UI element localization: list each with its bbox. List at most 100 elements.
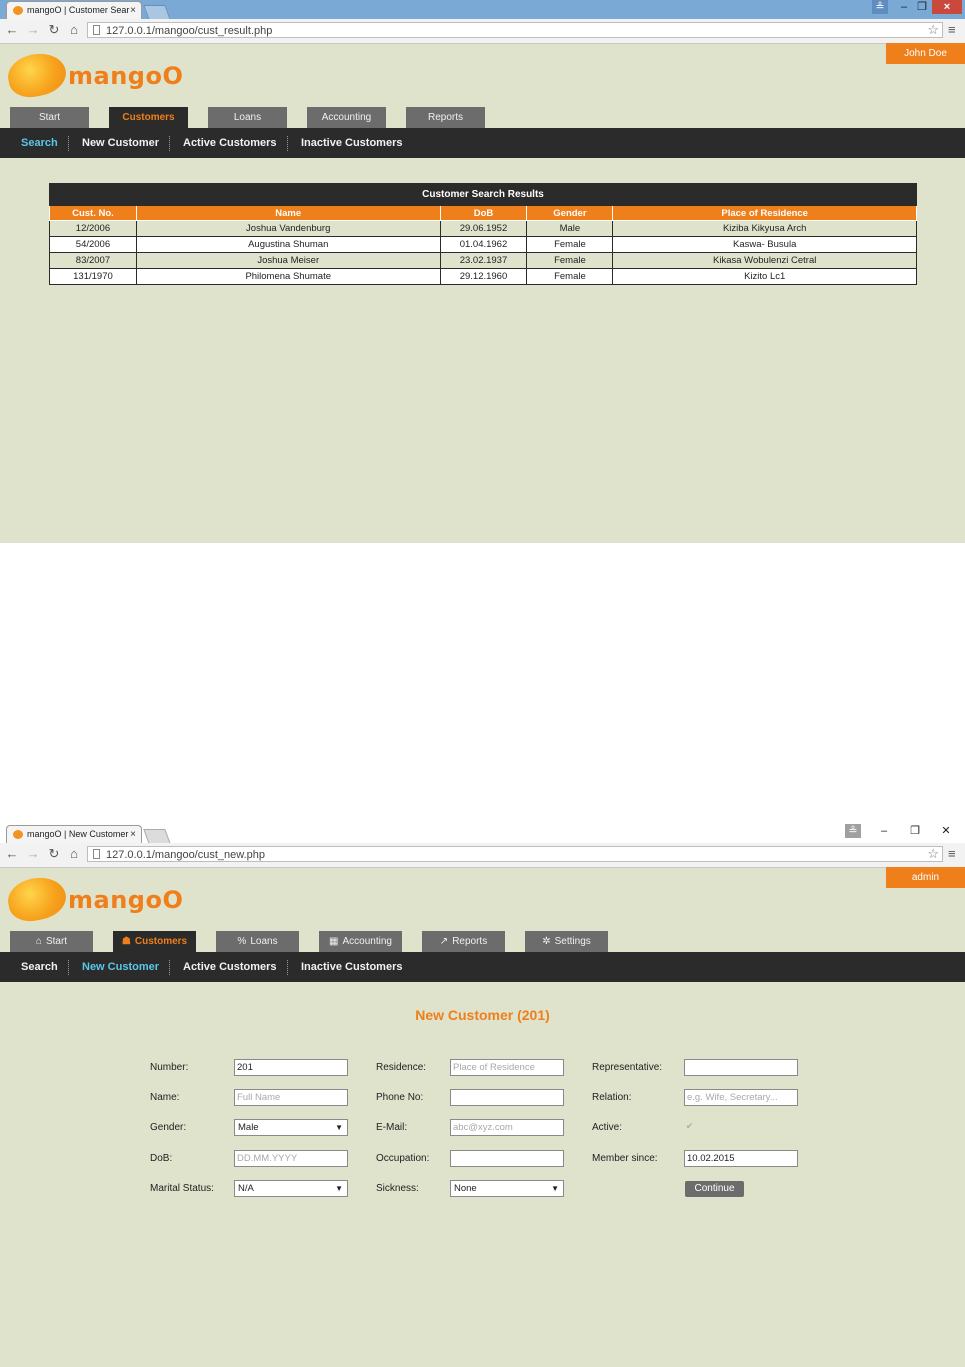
minimize-icon[interactable]: – [896,0,912,14]
cust-no-cell[interactable]: 131/1970 [49,268,137,285]
phone-field[interactable] [450,1089,564,1106]
table-row[interactable]: 54/2006 Augustina Shuman 01.04.1962 Fema… [49,236,917,253]
occupation-field[interactable] [450,1150,564,1167]
minimize-icon[interactable]: – [876,824,892,838]
subnav-inactive-customers[interactable]: Inactive Customers [301,952,402,982]
marital-status-select[interactable]: N/A ▼ [234,1180,348,1197]
close-tab-icon[interactable]: × [130,826,136,843]
gender-select[interactable]: Male ▼ [234,1119,348,1136]
dropdown-arrow-icon: ▼ [551,1184,559,1193]
back-arrow-icon[interactable]: ← [5,847,19,861]
subnav-new-customer[interactable]: New Customer [82,128,159,158]
phone-label: Phone No: [376,1092,424,1103]
dropdown-arrow-icon: ▼ [335,1184,343,1193]
residence-field[interactable] [450,1059,564,1076]
user-menu[interactable]: John Doe [886,43,965,64]
subnav-new-customer[interactable]: New Customer [82,952,159,982]
dropdown-arrow-icon: ▼ [335,1123,343,1132]
subnav-divider [68,136,69,151]
forward-arrow-icon[interactable]: → [26,23,40,37]
tab-accounting[interactable]: ▦ Accounting [319,931,402,952]
name-cell[interactable]: Joshua Vandenburg [135,220,441,237]
subnav-inactive-customers[interactable]: Inactive Customers [301,128,402,158]
name-cell[interactable]: Philomena Shumate [135,268,441,285]
maximize-icon[interactable]: ❐ [914,0,930,14]
window-close-icon[interactable]: × [932,0,962,14]
home-icon: ⌂ [35,936,42,947]
subnav-search[interactable]: Search [21,952,58,982]
representative-field[interactable] [684,1059,798,1076]
tab-settings[interactable]: ✲ Settings [525,931,608,952]
tab-customers[interactable]: ☗ Customers [113,931,196,952]
tab-start[interactable]: ⌂ Start [10,931,93,952]
member-since-field[interactable] [684,1150,798,1167]
name-cell[interactable]: Joshua Meiser [135,252,441,269]
home-icon[interactable]: ⌂ [67,847,81,861]
bookmark-star-icon[interactable]: ☆ [927,846,939,862]
calculator-icon: ▦ [329,936,339,947]
back-arrow-icon[interactable]: ← [5,23,19,37]
new-tab-button[interactable] [143,5,171,20]
subnav-search[interactable]: Search [21,128,58,158]
name-field[interactable] [234,1089,348,1106]
subnav-active-customers[interactable]: Active Customers [183,952,277,982]
window-close-icon[interactable]: ✕ [938,824,954,838]
page-icon [93,849,100,859]
gender-label: Gender: [150,1122,187,1133]
tab-customers[interactable]: Customers [109,107,188,128]
continue-button[interactable]: Continue [685,1181,744,1197]
browser-menu-icon[interactable]: ≡ [948,23,956,37]
table-row[interactable]: 83/2007 Joshua Meiser 23.02.1937 Female … [49,252,917,269]
home-icon[interactable]: ⌂ [67,23,81,37]
bookmark-star-icon[interactable]: ☆ [927,22,939,38]
subnav-active-customers[interactable]: Active Customers [183,128,277,158]
new-tab-button[interactable] [143,829,171,844]
email-field[interactable] [450,1119,564,1136]
browser-tab[interactable]: mangoO | Customer Sear × [6,1,142,19]
address-bar[interactable]: 127.0.0.1/mangoo/cust_result.php ☆ [87,22,943,38]
number-label: Number: [150,1062,189,1073]
sickness-select[interactable]: None ▼ [450,1180,564,1197]
dob-cell: 29.12.1960 [439,268,528,285]
cust-no-cell[interactable]: 12/2006 [49,220,137,237]
dob-label: DoB: [150,1153,173,1164]
tab-start[interactable]: Start [10,107,89,128]
cust-no-cell[interactable]: 83/2007 [49,252,137,269]
dob-field[interactable] [234,1150,348,1167]
table-row[interactable]: 12/2006 Joshua Vandenburg 29.06.1952 Mal… [49,220,917,237]
url-text: 127.0.0.1/mangoo/cust_result.php [106,25,273,37]
dob-cell: 01.04.1962 [439,236,528,253]
tab-loans[interactable]: Loans [208,107,287,128]
browser-toolbar: ← → ↻ ⌂ 127.0.0.1/mangoo/cust_result.php… [0,19,965,44]
tab-reports[interactable]: ↗ Reports [422,931,505,952]
address-bar[interactable]: 127.0.0.1/mangoo/cust_new.php ☆ [87,846,943,862]
table-row[interactable]: 131/1970 Philomena Shumate 29.12.1960 Fe… [49,268,917,285]
close-tab-icon[interactable]: × [130,2,136,19]
name-cell[interactable]: Augustina Shuman [135,236,441,253]
residence-cell: Kikasa Wobulenzi Cetral [612,252,917,269]
browser-menu-icon[interactable]: ≡ [948,847,956,861]
mango-favicon-icon [13,830,23,839]
tab-accounting[interactable]: Accounting [307,107,386,128]
subnav-divider [287,136,288,151]
form-title: New Customer (201) [415,1007,550,1023]
user-profile-icon[interactable]: ≗ [845,824,861,838]
forward-arrow-icon[interactable]: → [26,847,40,861]
reload-icon[interactable]: ↻ [47,23,61,37]
tab-loans[interactable]: % Loans [216,931,299,952]
relation-field[interactable] [684,1089,798,1106]
user-profile-icon[interactable]: ≗ [872,0,888,14]
tab-reports[interactable]: Reports [406,107,485,128]
cust-no-cell[interactable]: 54/2006 [49,236,137,253]
column-header: Cust. No. [49,206,137,221]
tab-label: Customers [122,112,175,123]
browser-tab[interactable]: mangoO | New Customer × [6,825,142,843]
user-menu[interactable]: admin [886,867,965,888]
active-checkbox[interactable]: ✔ [685,1122,694,1131]
gender-value: Male [238,1122,259,1133]
number-field[interactable] [234,1059,348,1076]
url-text: 127.0.0.1/mangoo/cust_new.php [106,849,266,861]
maximize-icon[interactable]: ❐ [907,824,923,838]
sub-nav: Search New Customer Active Customers Ina… [0,128,965,158]
reload-icon[interactable]: ↻ [47,847,61,861]
